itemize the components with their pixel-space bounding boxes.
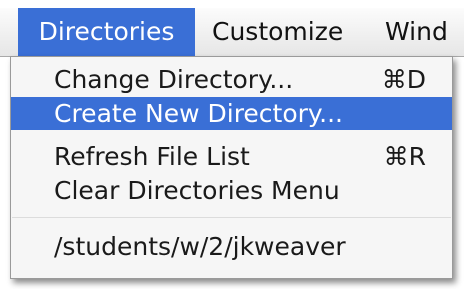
menu-separator <box>12 217 451 218</box>
menu-item-create-new-directory[interactable]: Create New Directory... <box>11 97 452 130</box>
menu-item-clear-directories-menu[interactable]: Clear Directories Menu <box>11 174 452 207</box>
menu-directories[interactable]: Directories <box>18 8 195 56</box>
menu-bar: Directories Customize Wind <box>0 8 464 57</box>
menu-customize[interactable]: Customize <box>212 8 343 56</box>
screenshot-stage: Directories Customize Wind Change Direct… <box>0 0 464 289</box>
directories-dropdown-menu: Change Directory... ⌘D Create New Direct… <box>10 56 453 279</box>
menu-item-label: Change Directory... <box>54 65 294 94</box>
menu-window[interactable]: Wind <box>385 8 448 56</box>
menu-item-change-directory[interactable]: Change Directory... ⌘D <box>11 63 452 96</box>
menu-item-recent-directory[interactable]: /students/w/2/jkweaver <box>11 230 452 263</box>
menu-item-label: Clear Directories Menu <box>54 176 340 205</box>
menu-item-label: Refresh File List <box>54 142 250 171</box>
menu-item-label: /students/w/2/jkweaver <box>54 232 346 261</box>
menu-item-shortcut: ⌘R <box>383 142 426 171</box>
menu-item-label: Create New Directory... <box>54 99 343 128</box>
menu-item-refresh-file-list[interactable]: Refresh File List ⌘R <box>11 140 452 173</box>
menu-item-shortcut: ⌘D <box>381 65 426 94</box>
